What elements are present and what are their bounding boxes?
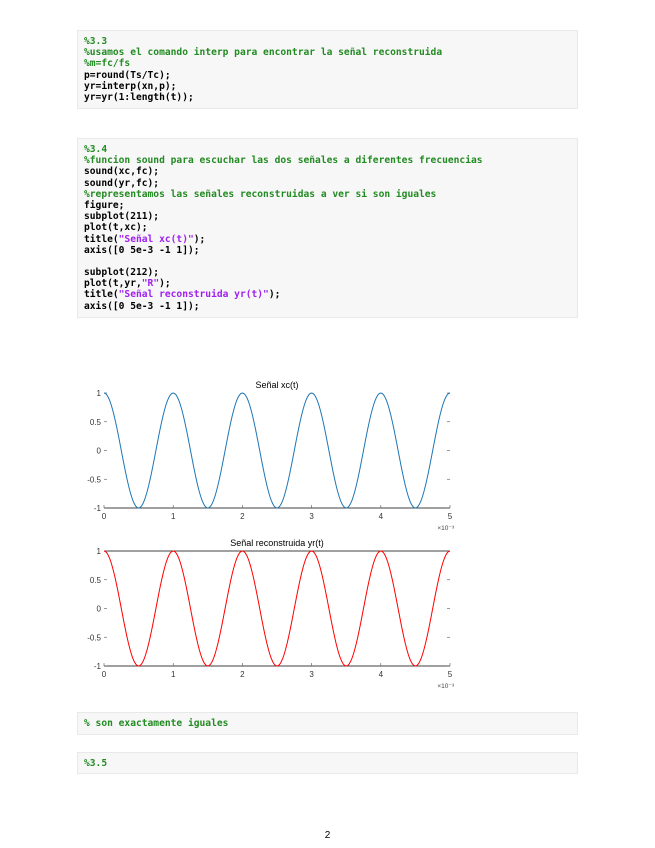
code-line: yr=yr(1:length(t)); [84, 91, 194, 103]
code-block-2: %3.4 %funcion sound para escuchar las dos… [77, 138, 578, 318]
y-tick-label: 0 [97, 447, 102, 456]
code-line: %funcion sound para escuchar las dos señ… [84, 155, 483, 167]
code-line: yr=interp(xn,p); [84, 80, 177, 92]
code-line: plot(t,xc); [84, 222, 148, 234]
code-line: title("Señal xc(t)"); [84, 233, 206, 245]
x-tick-label: 3 [309, 670, 314, 679]
code-line: axis([0 5e-3 -1 1]); [84, 244, 200, 256]
x-multiplier: ×10⁻³ [437, 683, 454, 690]
code-line: axis([0 5e-3 -1 1]); [84, 300, 200, 312]
y-tick-label: -1 [94, 662, 102, 671]
x-tick-label: 2 [240, 670, 245, 679]
code-line: %usamos el comando interp para encontrar… [84, 47, 443, 59]
series-line [103, 550, 451, 667]
code-line: p=round(Ts/Tc); [84, 69, 171, 81]
code-line: %representamos las señales reconstruidas… [84, 188, 437, 200]
code-line: %3.4 [84, 144, 108, 155]
x-tick-label: 1 [171, 670, 176, 679]
x-tick-label: 4 [379, 512, 384, 521]
code-line: % son exactamente iguales [84, 718, 229, 729]
y-tick-label: 1 [97, 547, 102, 556]
code-line: subplot(211); [84, 211, 160, 223]
code-block-1: %3.3 %usamos el comando interp para encon… [77, 30, 578, 110]
x-tick-label: 3 [309, 512, 314, 521]
code-line: plot(t,yr,"R"); [84, 278, 171, 290]
x-tick-label: 4 [379, 670, 384, 679]
x-multiplier: ×10⁻³ [437, 525, 454, 532]
x-tick-label: 0 [102, 512, 107, 521]
y-tick-label: 0 [97, 605, 102, 614]
y-tick-label: -1 [94, 504, 102, 513]
code-line: %m=fc/fs [84, 58, 131, 70]
code-block-4: %3.5 [77, 752, 578, 774]
code-line: %3.3 [84, 36, 108, 47]
x-tick-label: 1 [171, 512, 176, 521]
x-tick-label: 5 [448, 670, 453, 679]
code-line: subplot(212); [84, 267, 160, 279]
figure: Señal xc(t) 1 0.5 0 -0.5 -1 0 1 2 3 4 5 ×10⁻³ Señal r… [77, 358, 467, 703]
code-line: %3.5 [84, 758, 108, 769]
y-tick-label: 1 [97, 389, 102, 398]
figure-svg: Señal xc(t)10.50-0.5-10 1 2 3 4 5×10⁻³Señal r… [87, 380, 455, 690]
code-line: sound(xc,fc); [84, 166, 160, 178]
x-tick-label: 0 [102, 670, 107, 679]
chart-title: Señal reconstruida yr(t) [230, 538, 324, 548]
page-number: 2 [324, 830, 331, 841]
x-tick-label: 5 [448, 512, 453, 521]
subplot-1: Señal xc(t)10.50-0.5-10 1 2 3 4 5×10⁻³ [87, 380, 455, 532]
y-tick-label: 0.5 [90, 576, 102, 585]
series-line [103, 392, 451, 509]
chart-title: Señal xc(t) [255, 380, 298, 390]
code-line: figure; [84, 199, 125, 211]
code-line: sound(yr,fc); [84, 177, 160, 189]
x-tick-label: 2 [240, 512, 245, 521]
y-tick-label: -0.5 [87, 633, 101, 642]
subplot-2: Señal reconstruida yr(t)10.50-0.5-10 1 2 3 4… [87, 538, 455, 690]
code-line: title("Señal reconstruida yr(t)"); [84, 289, 281, 301]
code-block-3: % son exactamente iguales [77, 712, 578, 736]
y-tick-label: -0.5 [87, 475, 101, 484]
y-tick-label: 0.5 [90, 418, 102, 427]
